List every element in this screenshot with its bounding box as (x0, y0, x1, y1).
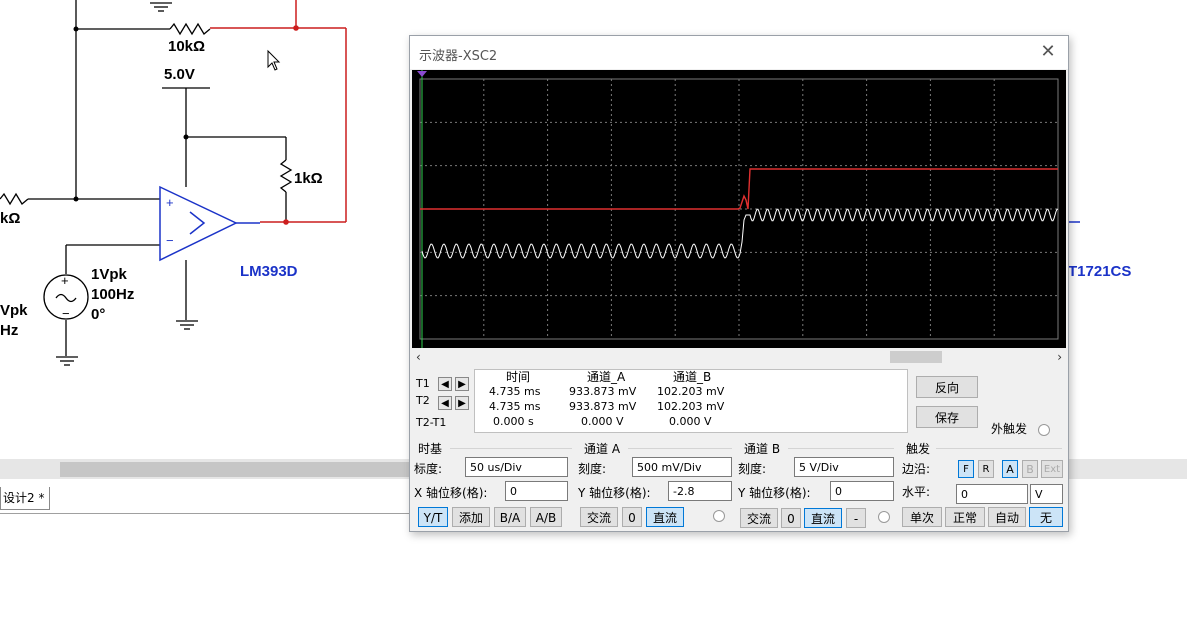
design-tab-bar: 设计2 * (0, 485, 410, 514)
channel-b-ac-button[interactable]: 交流 (740, 508, 778, 528)
vcc-label: 5.0V (164, 66, 195, 83)
delta-time-value: 0.000 s (493, 415, 534, 428)
mode-yt-button[interactable]: Y/T (418, 507, 448, 527)
cursor-marker-icon (417, 71, 427, 77)
source-amplitude-label: 1Vpk (91, 266, 127, 283)
channel-a-zero-button[interactable]: 0 (622, 507, 642, 527)
source2-frequency-label: Hz (0, 322, 19, 339)
svg-text:+: + (166, 195, 174, 210)
trigger-level-unit[interactable]: V (1030, 484, 1063, 504)
oscilloscope-screen[interactable] (412, 70, 1066, 348)
source2-amplitude-label: Vpk (0, 302, 28, 319)
t2-label: T2 (416, 394, 430, 407)
close-icon[interactable]: ✕ (1038, 42, 1058, 62)
t2-b-value: 102.203 mV (657, 400, 725, 413)
opamp-label: LM393D (240, 263, 298, 280)
timebase-scale-field[interactable]: 50 us/Div (465, 457, 568, 477)
channel-a-scale-label: 刻度: (578, 462, 607, 476)
scroll-left-icon[interactable]: ‹ (416, 349, 421, 365)
scroll-right-icon[interactable]: › (1057, 349, 1062, 365)
design-tab[interactable]: 设计2 * (0, 487, 50, 510)
trigger-source-b-button[interactable]: B (1022, 460, 1038, 478)
col-time-header: 时间 (506, 370, 531, 384)
screen-horizontal-scrollbar[interactable]: ‹ › (412, 349, 1066, 365)
trigger-edge-label: 边沿: (902, 462, 931, 476)
source-frequency-label: 100Hz (91, 286, 135, 303)
screen-scroll-thumb[interactable] (890, 351, 942, 363)
channel-b-scale-field[interactable]: 5 V/Div (794, 457, 894, 477)
x-position-label: X 轴位移(格): (414, 486, 488, 500)
t1-b-value: 102.203 mV (657, 385, 725, 398)
window-title: 示波器-XSC2 (419, 49, 498, 64)
timebase-title: 时基 (418, 442, 443, 456)
trigger-rising-edge-button[interactable]: R (978, 460, 994, 478)
timebase-scale-label: 标度: (414, 462, 443, 476)
trigger-source-a-button[interactable]: A (1002, 460, 1018, 478)
t1-left-arrow-icon[interactable]: ◀ (438, 377, 452, 391)
scrollbar-thumb[interactable] (60, 462, 420, 477)
col-b-header: 通道_B (673, 370, 712, 384)
channel-b-ypos-field[interactable]: 0 (830, 481, 894, 501)
trigger-none-button[interactable]: 无 (1029, 507, 1063, 527)
svg-text:+: + (61, 273, 69, 288)
channel-b-minus-button[interactable]: - (846, 508, 866, 528)
t1-right-arrow-icon[interactable]: ▶ (455, 377, 469, 391)
channel-b-ypos-label: Y 轴位移(格): (738, 486, 811, 500)
channel-a-title: 通道 A (584, 442, 621, 456)
svg-text:−: − (62, 306, 70, 321)
save-button[interactable]: 保存 (916, 406, 978, 428)
x-position-field[interactable]: 0 (505, 481, 568, 501)
oscilloscope-title-bar[interactable]: 示波器-XSC2 ✕ (410, 36, 1068, 69)
oscilloscope-window[interactable]: 示波器-XSC2 ✕ ‹ › T1 ◀ ▶ T2 ◀ ▶ T2-T1 时间 通道… (409, 35, 1069, 532)
svg-text:−: − (166, 233, 174, 248)
channel-a-ypos-field[interactable]: -2.8 (668, 481, 732, 501)
channel-b-title: 通道 B (744, 442, 781, 456)
channel-b-scale-label: 刻度: (738, 462, 767, 476)
channel-a-dc-button[interactable]: 直流 (646, 507, 684, 527)
mode-ba-button[interactable]: B/A (494, 507, 526, 527)
trigger-level-field[interactable]: 0 (956, 484, 1028, 504)
trigger-title: 触发 (906, 442, 931, 456)
channel-a-ac-button[interactable]: 交流 (580, 507, 618, 527)
t2-a-value: 933.873 mV (569, 400, 637, 413)
trigger-normal-button[interactable]: 正常 (945, 507, 985, 527)
right-part-label: T1721CS (1068, 263, 1132, 280)
channel-b-dc-button[interactable]: 直流 (804, 508, 842, 528)
channel-b-zero-button[interactable]: 0 (781, 508, 801, 528)
ext-trigger-label: 外触发 (991, 422, 1028, 436)
resistor-1k-label: 1kΩ (294, 170, 323, 187)
trigger-falling-edge-button[interactable]: F (958, 460, 974, 478)
t2-left-arrow-icon[interactable]: ◀ (438, 396, 452, 410)
reverse-button[interactable]: 反向 (916, 376, 978, 398)
t2-time-value: 4.735 ms (489, 400, 541, 413)
channel-a-scale-field[interactable]: 500 mV/Div (632, 457, 732, 477)
trigger-level-label: 水平: (902, 485, 931, 499)
channel-a-radio[interactable] (713, 510, 725, 522)
t1-label: T1 (416, 377, 430, 390)
trigger-single-button[interactable]: 单次 (902, 507, 942, 527)
resistor-left-label: kΩ (0, 210, 21, 227)
mode-add-button[interactable]: 添加 (452, 507, 490, 527)
channel-b-radio[interactable] (878, 511, 890, 523)
channel-b-trace (421, 208, 1058, 259)
resistor-10k-label: 10kΩ (168, 38, 206, 55)
cursor-readout-table: 时间 通道_A 通道_B 4.735 ms 933.873 mV 102.203… (474, 369, 908, 433)
t1-time-value: 4.735 ms (489, 385, 541, 398)
trigger-source-ext-button[interactable]: Ext (1041, 460, 1063, 478)
mode-ab-button[interactable]: A/B (530, 507, 562, 527)
ext-trigger-radio[interactable] (1038, 424, 1050, 436)
delta-b-value: 0.000 V (669, 415, 712, 428)
t2-right-arrow-icon[interactable]: ▶ (455, 396, 469, 410)
channel-a-ypos-label: Y 轴位移(格): (578, 486, 651, 500)
col-a-header: 通道_A (587, 370, 626, 384)
t2t1-label: T2-T1 (416, 416, 447, 429)
trigger-auto-button[interactable]: 自动 (988, 507, 1026, 527)
source-phase-label: 0° (91, 306, 106, 323)
delta-a-value: 0.000 V (581, 415, 624, 428)
t1-a-value: 933.873 mV (569, 385, 637, 398)
